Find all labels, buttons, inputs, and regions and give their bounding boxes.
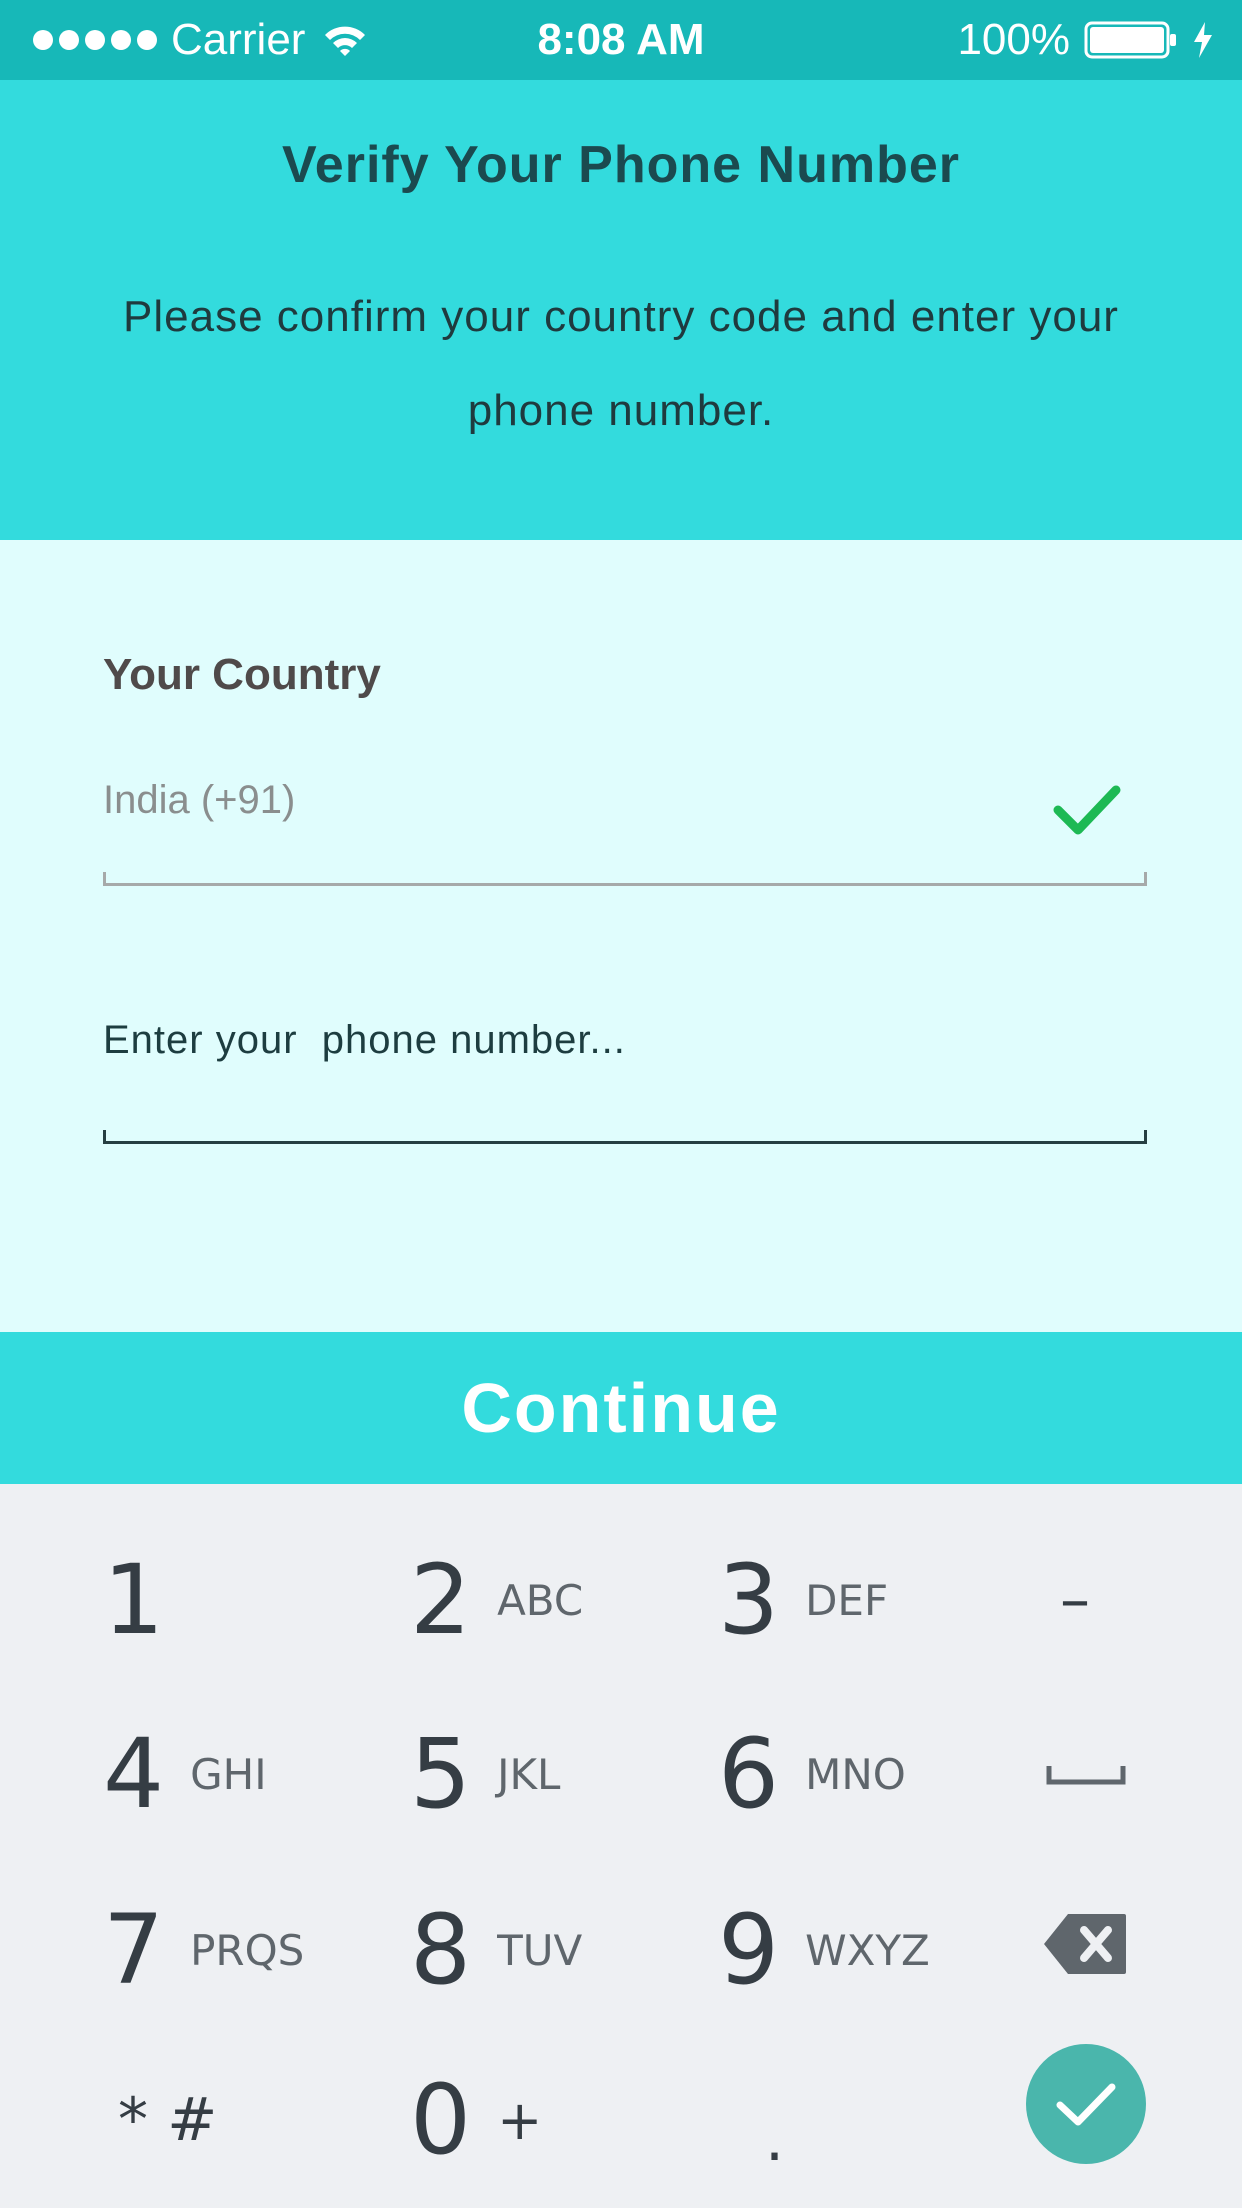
key-dot[interactable]: . bbox=[765, 2080, 784, 2200]
key-4[interactable]: 4 GHI bbox=[103, 1714, 267, 1834]
key-letters: PRQS bbox=[190, 1925, 305, 1975]
key-letters: GHI bbox=[190, 1749, 267, 1799]
key-digit: 4 bbox=[103, 1718, 165, 1830]
key-symbol: – bbox=[1060, 1565, 1090, 1635]
country-field-underline bbox=[103, 883, 1147, 886]
page-subtitle: Please confirm your country code and ent… bbox=[123, 292, 1119, 435]
key-3[interactable]: 3 DEF bbox=[718, 1540, 888, 1660]
key-digit: 8 bbox=[410, 1894, 472, 2006]
key-7[interactable]: 7 PRQS bbox=[103, 1890, 304, 2010]
key-digit: 7 bbox=[103, 1894, 165, 2006]
key-digit: 5 bbox=[410, 1718, 472, 1830]
battery-percentage: 100% bbox=[957, 15, 1070, 64]
key-2[interactable]: 2 ABC bbox=[410, 1540, 583, 1660]
status-right: 100% bbox=[957, 0, 1214, 80]
key-letters: JKL bbox=[497, 1749, 561, 1799]
key-letters: DEF bbox=[805, 1575, 889, 1625]
key-letters: WXYZ bbox=[805, 1925, 930, 1975]
phone-field-tick-left bbox=[103, 1130, 106, 1144]
charging-bolt-icon bbox=[1194, 22, 1212, 58]
key-letters: ABC bbox=[497, 1575, 584, 1625]
key-letters: TUV bbox=[497, 1925, 583, 1975]
country-field-tick-right bbox=[1144, 872, 1147, 886]
key-digit: 9 bbox=[718, 1894, 780, 2006]
country-selector[interactable]: India (+91) bbox=[103, 778, 295, 823]
done-check-icon bbox=[1056, 2083, 1116, 2126]
key-star-hash[interactable]: * # bbox=[118, 2060, 217, 2180]
key-6[interactable]: 6 MNO bbox=[718, 1714, 906, 1834]
key-letters: + bbox=[497, 2088, 543, 2152]
key-symbol: * # bbox=[118, 2085, 218, 2155]
status-bar: Carrier 8:08 AM 100% bbox=[0, 0, 1242, 80]
key-minus[interactable]: – bbox=[1060, 1540, 1090, 1660]
space-key-icon bbox=[1046, 1766, 1126, 1785]
key-0[interactable]: 0 + bbox=[410, 2060, 542, 2180]
key-digit: 0 bbox=[410, 2064, 472, 2176]
phone-field-underline bbox=[103, 1141, 1147, 1144]
key-letters: MNO bbox=[805, 1749, 906, 1799]
key-8[interactable]: 8 TUV bbox=[410, 1890, 582, 2010]
backspace-icon bbox=[1044, 1914, 1126, 1974]
page-title: Verify Your Phone Number bbox=[281, 136, 960, 194]
key-digit: 6 bbox=[718, 1718, 780, 1830]
country-field-tick-left bbox=[103, 872, 106, 886]
key-symbol: . bbox=[765, 2105, 785, 2175]
space-key[interactable] bbox=[1046, 1754, 1126, 1794]
continue-button[interactable]: Continue bbox=[0, 1332, 1242, 1484]
backspace-key[interactable] bbox=[1042, 1912, 1128, 1976]
key-5[interactable]: 5 JKL bbox=[410, 1714, 560, 1834]
battery-icon bbox=[1084, 21, 1176, 59]
phone-number-input[interactable] bbox=[103, 1010, 1143, 1070]
key-1[interactable]: 1 bbox=[103, 1540, 164, 1660]
checkmark-icon bbox=[1053, 785, 1121, 835]
phone-field-tick-right bbox=[1144, 1130, 1147, 1144]
key-digit: 2 bbox=[410, 1544, 472, 1656]
key-9[interactable]: 9 WXYZ bbox=[718, 1890, 930, 2010]
key-digit: 3 bbox=[718, 1544, 780, 1656]
key-digit: 1 bbox=[103, 1544, 165, 1656]
country-label: Your Country bbox=[103, 650, 381, 699]
done-button[interactable] bbox=[1026, 2044, 1146, 2164]
